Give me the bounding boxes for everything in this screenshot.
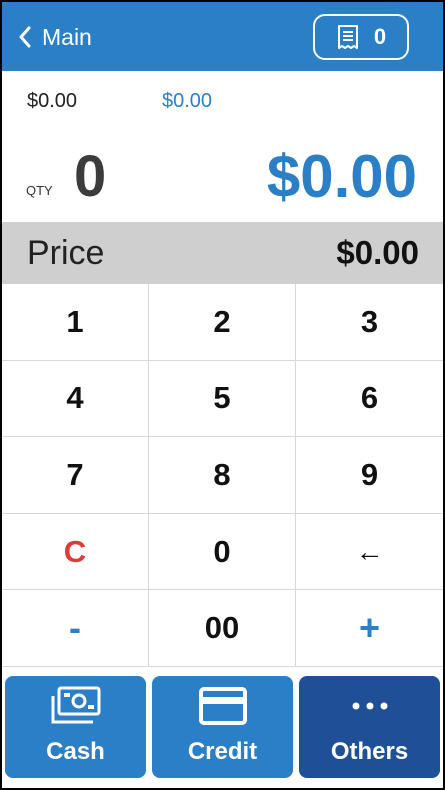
key-8[interactable]: 8 bbox=[149, 437, 296, 514]
keypad: 1 2 3 4 5 6 7 8 9 C 0 ← - 00 + bbox=[2, 284, 443, 667]
back-button[interactable]: Main bbox=[18, 20, 92, 54]
key-5[interactable]: 5 bbox=[149, 360, 296, 438]
price-value: $0.00 bbox=[336, 234, 419, 271]
key-0[interactable]: 0 bbox=[149, 513, 296, 591]
cash-label: Cash bbox=[46, 738, 105, 765]
pos-screen: Main 0 $0.00 $0.00 QTY 0 $0.00 Price $0.… bbox=[2, 2, 443, 788]
minus-key[interactable]: - bbox=[2, 590, 149, 667]
subtotal-left: $0.00 bbox=[27, 90, 78, 112]
credit-card-icon bbox=[198, 687, 247, 725]
credit-button[interactable]: Credit bbox=[152, 676, 293, 778]
receipt-count: 0 bbox=[373, 24, 387, 49]
others-label: Others bbox=[330, 738, 409, 765]
qty-label: QTY bbox=[26, 183, 53, 198]
key-00[interactable]: 00 bbox=[149, 590, 296, 667]
qty-value: 0 bbox=[74, 144, 107, 209]
price-bar: Price $0.00 bbox=[2, 222, 443, 284]
receipt-button[interactable]: 0 bbox=[313, 14, 409, 60]
back-label: Main bbox=[42, 23, 92, 50]
key-3[interactable]: 3 bbox=[296, 284, 443, 361]
key-1[interactable]: 1 bbox=[2, 284, 149, 361]
receipt-icon bbox=[337, 25, 358, 49]
key-9[interactable]: 9 bbox=[296, 437, 443, 514]
subtotal-right: $0.00 bbox=[162, 90, 213, 112]
key-2[interactable]: 2 bbox=[149, 284, 296, 361]
clear-key[interactable]: C bbox=[2, 513, 149, 591]
cash-icon bbox=[51, 686, 100, 724]
chevron-left-icon bbox=[19, 26, 31, 48]
backspace-key[interactable]: ← bbox=[296, 514, 443, 591]
more-dots-icon bbox=[352, 702, 387, 710]
others-button[interactable]: Others bbox=[299, 676, 440, 778]
price-label: Price bbox=[27, 234, 105, 272]
key-6[interactable]: 6 bbox=[296, 361, 443, 438]
payment-actions: Cash Credit Others bbox=[2, 674, 443, 780]
total-amount: $0.00 bbox=[266, 143, 417, 210]
plus-key[interactable]: + bbox=[296, 590, 443, 667]
top-bar: Main 0 bbox=[2, 2, 443, 71]
cash-button[interactable]: Cash bbox=[5, 676, 146, 778]
key-4[interactable]: 4 bbox=[2, 360, 149, 438]
key-7[interactable]: 7 bbox=[2, 437, 149, 514]
credit-label: Credit bbox=[187, 738, 258, 765]
